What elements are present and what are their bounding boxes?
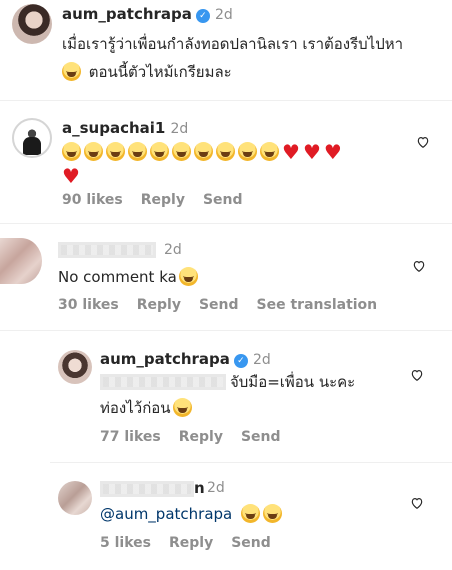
send-button[interactable]: Send <box>241 429 281 445</box>
comment-text: ♥ ♥ ♥ ♥ <box>62 140 392 188</box>
send-button[interactable]: Send <box>199 297 239 313</box>
avatar[interactable] <box>12 4 52 44</box>
divider <box>0 223 452 224</box>
verified-badge-icon: ✓ <box>233 354 248 368</box>
laughing-emoji-icon <box>106 142 125 161</box>
laughing-emoji-icon <box>62 142 81 161</box>
reply-button[interactable]: Reply <box>169 535 213 551</box>
username[interactable]: a_supachai1 <box>62 119 165 137</box>
comment-header: a_supachai1 2d <box>62 118 188 137</box>
reply-header: aum_patchrapa ✓ 2d <box>100 349 271 368</box>
likes-count[interactable]: 90 likes <box>62 192 123 208</box>
likes-count[interactable]: 5 likes <box>100 535 151 551</box>
see-translation-link[interactable]: See translation <box>257 297 378 313</box>
blurred-username <box>100 481 194 497</box>
post-caption: เมื่อเรารู้ว่าเพื่อนกำลังทอดปลานิลเรา เร… <box>62 32 442 84</box>
blurred-mention <box>100 374 226 390</box>
laughing-emoji-icon <box>172 142 191 161</box>
like-heart-icon[interactable] <box>416 135 430 149</box>
reply-button[interactable]: Reply <box>137 297 181 313</box>
verified-badge-icon: ✓ <box>195 9 210 23</box>
timestamp: 2d <box>164 242 182 258</box>
laughing-emoji-icon <box>150 142 169 161</box>
red-heart-icon: ♥ <box>282 140 300 164</box>
timestamp: 2d <box>207 480 225 496</box>
avatar[interactable] <box>12 118 52 158</box>
likes-count[interactable]: 30 likes <box>58 297 119 313</box>
laughing-emoji-icon <box>238 142 257 161</box>
username[interactable]: aum_patchrapa <box>100 350 230 368</box>
red-heart-icon: ♥ <box>323 140 342 164</box>
avatar[interactable] <box>58 481 92 515</box>
avatar[interactable] <box>0 238 42 284</box>
username[interactable]: aum_patchrapa <box>62 5 192 23</box>
like-heart-icon[interactable] <box>410 496 424 510</box>
comment-actions: 30 likes Reply Send See translation <box>58 297 395 313</box>
laughing-emoji-icon <box>260 142 279 161</box>
send-button[interactable]: Send <box>203 192 243 208</box>
post-header: aum_patchrapa ✓ 2d <box>62 4 233 23</box>
reply-actions: 77 likes Reply Send <box>100 429 299 445</box>
divider <box>0 100 452 101</box>
send-button[interactable]: Send <box>231 535 271 551</box>
comment-text: No comment ka <box>58 265 201 289</box>
comment-actions: 90 likes Reply Send <box>62 192 261 208</box>
like-heart-icon[interactable] <box>410 368 424 382</box>
blurred-username <box>58 242 156 258</box>
laughing-emoji-icon <box>84 142 103 161</box>
reply-text-line: จับมือ=เพื่อน นะคะ <box>230 373 356 391</box>
grinning-emoji-icon <box>172 398 192 417</box>
reply-text: @aum_patchrapa <box>100 502 285 526</box>
laughing-emoji-icon <box>194 142 213 161</box>
reply-text-line: ท่องไว้ก่อน <box>100 396 195 420</box>
laughing-emoji-icon <box>128 142 147 161</box>
divider <box>50 462 452 463</box>
likes-count[interactable]: 77 likes <box>100 429 161 445</box>
like-heart-icon[interactable] <box>412 259 426 273</box>
timestamp: 2d <box>253 352 271 368</box>
timestamp: 2d <box>215 7 233 23</box>
mention-link[interactable]: @aum_patchrapa <box>100 505 232 523</box>
reply-button[interactable]: Reply <box>179 429 223 445</box>
avatar[interactable] <box>58 350 92 384</box>
grinning-sweat-emoji-icon <box>241 504 261 523</box>
rofl-emoji-icon <box>62 62 81 81</box>
laughing-emoji-icon <box>216 142 235 161</box>
reply-actions: 5 likes Reply Send <box>100 535 289 551</box>
grinning-sweat-emoji-icon <box>178 267 198 286</box>
timestamp: 2d <box>170 121 189 137</box>
red-heart-icon: ♥ <box>302 140 321 164</box>
caption-line: เมื่อเรารู้ว่าเพื่อนกำลังทอดปลานิลเรา เร… <box>62 35 404 53</box>
divider <box>0 330 452 331</box>
caption-line: ตอนนี้ตัวไหม้เกรียมละ <box>88 63 232 81</box>
username-suffix[interactable]: n <box>194 479 205 497</box>
red-heart-icon: ♥ <box>62 164 80 188</box>
grinning-sweat-emoji-icon <box>263 504 283 523</box>
reply-button[interactable]: Reply <box>141 192 185 208</box>
